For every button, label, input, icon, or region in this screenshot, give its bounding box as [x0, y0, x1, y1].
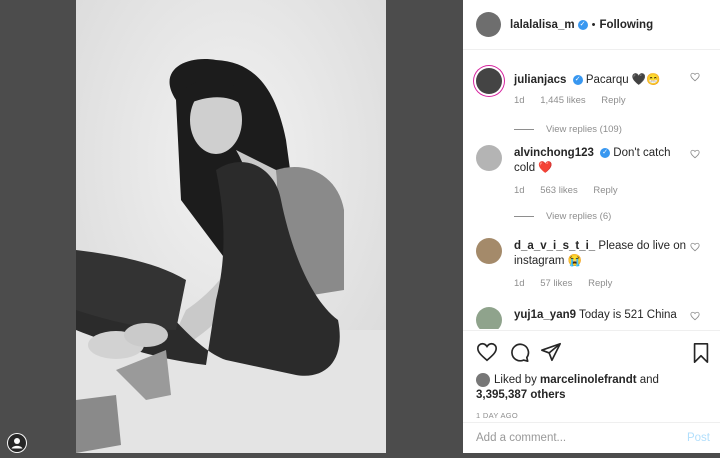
comment-item: alvinchong123 ✓ Don't catch cold ❤️ 1d 5… [463, 145, 720, 222]
reply-button[interactable]: Reply [593, 185, 617, 196]
photo-illustration [76, 0, 386, 453]
profile-button[interactable] [7, 433, 27, 453]
comment-likes[interactable]: 57 likes [540, 278, 572, 289]
comment-text: Pacarqu 🖤😁 [585, 74, 661, 86]
post-sidebar: lalalalisa_m ✓ • Following julianjacs ✓ … [463, 0, 720, 453]
commenter-avatar[interactable] [476, 307, 502, 329]
verified-badge-icon: ✓ [577, 19, 588, 30]
person-icon [8, 434, 26, 452]
post-comment-button[interactable]: Post [687, 432, 710, 444]
following-button[interactable]: Following [599, 19, 653, 31]
comment-meta: 1d 1,445 likes Reply [514, 95, 688, 106]
liked-by-and: and [639, 374, 659, 387]
view-replies-label: View replies (109) [546, 124, 622, 135]
liked-by-prefix: Liked by [494, 374, 537, 387]
heart-outline-icon[interactable] [690, 242, 700, 252]
post-timestamp[interactable]: 1 DAY AGO [463, 411, 720, 420]
likes-count[interactable]: 3,395,387 others [476, 389, 566, 401]
liker-avatar[interactable] [476, 373, 490, 387]
view-replies-label: View replies (6) [546, 211, 612, 222]
commenter-username[interactable]: alvinchong123 [514, 147, 594, 159]
heart-outline-icon[interactable] [690, 72, 700, 82]
author-username[interactable]: lalalalisa_m [510, 19, 575, 31]
comment-item: julianjacs ✓ Pacarqu 🖤😁 1d 1,445 likes R… [463, 68, 720, 135]
comment-meta: 1d 57 likes Reply [514, 278, 688, 289]
comment-item: d_a_v_i_s_t_i_ Please do live on instagr… [463, 238, 720, 289]
commenter-username[interactable]: julianjacs [514, 74, 566, 86]
comment-input[interactable]: Add a comment... [476, 432, 566, 444]
reply-button[interactable]: Reply [588, 278, 612, 289]
post-header: lalalalisa_m ✓ • Following [463, 0, 720, 50]
comment-likes[interactable]: 563 likes [540, 185, 578, 196]
comment-meta: 1d 563 likes Reply [514, 185, 688, 196]
commenter-avatar[interactable] [476, 68, 502, 94]
comment-time[interactable]: 1d [514, 278, 525, 289]
comment-text: Today is 521 China [579, 309, 677, 321]
view-replies-button[interactable]: View replies (6) [514, 211, 688, 222]
save-bookmark-icon[interactable] [691, 342, 711, 364]
heart-outline-icon[interactable] [690, 149, 700, 159]
likes-summary: Liked by marcelinolefrandt and 3,395,387… [463, 373, 720, 403]
comment-item: yuj1a_yan9 Today is 521 China [463, 307, 720, 329]
share-plane-icon[interactable] [540, 341, 562, 363]
replies-divider [514, 129, 534, 130]
comment-likes[interactable]: 1,445 likes [540, 95, 585, 106]
heart-outline-icon[interactable] [690, 311, 700, 321]
verified-badge-icon: ✓ [600, 147, 611, 158]
author-avatar[interactable] [476, 12, 501, 37]
add-comment-bar: Add a comment... Post [463, 422, 720, 453]
commenter-username[interactable]: d_a_v_i_s_t_i_ [514, 240, 595, 252]
like-heart-icon[interactable] [476, 341, 498, 363]
liked-by-user[interactable]: marcelinolefrandt [540, 374, 637, 386]
commenter-avatar[interactable] [476, 238, 502, 264]
comments-list[interactable]: julianjacs ✓ Pacarqu 🖤😁 1d 1,445 likes R… [463, 51, 720, 329]
replies-divider [514, 216, 534, 217]
comment-time[interactable]: 1d [514, 185, 525, 196]
post-photo[interactable] [76, 0, 386, 453]
reply-button[interactable]: Reply [601, 95, 625, 106]
comment-bubble-icon[interactable] [508, 341, 530, 363]
commenter-username[interactable]: yuj1a_yan9 [514, 309, 576, 321]
commenter-avatar[interactable] [476, 145, 502, 171]
action-icons [463, 331, 720, 373]
verified-badge-icon: ✓ [572, 74, 583, 85]
separator-dot: • [591, 18, 596, 31]
view-replies-button[interactable]: View replies (109) [514, 124, 688, 135]
comment-time[interactable]: 1d [514, 95, 525, 106]
